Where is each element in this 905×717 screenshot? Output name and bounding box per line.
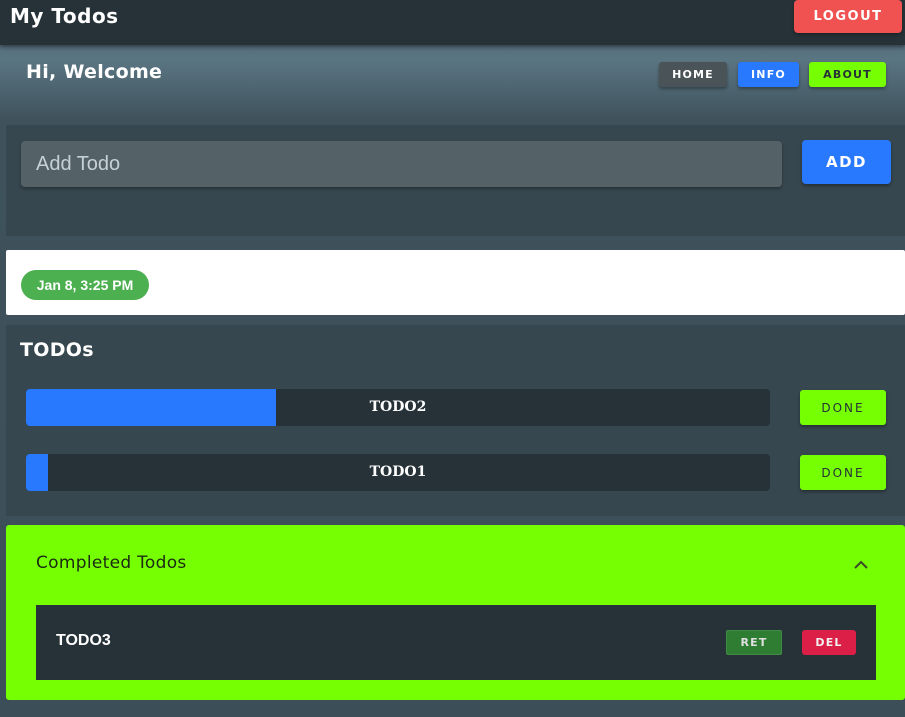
home-button[interactable]: HOME bbox=[659, 62, 727, 87]
todo-label: TODO2 bbox=[369, 399, 427, 415]
app-title: My Todos bbox=[10, 4, 119, 28]
todo-item[interactable]: TODO1 bbox=[26, 454, 770, 491]
welcome-heading: Hi, Welcome bbox=[26, 61, 163, 83]
return-button[interactable]: RET bbox=[726, 630, 782, 655]
date-chip: Jan 8, 3:25 PM bbox=[21, 270, 149, 300]
done-button[interactable]: DONE bbox=[800, 390, 886, 425]
logout-button[interactable]: LOGOUT bbox=[794, 0, 902, 33]
add-button[interactable]: ADD bbox=[802, 140, 891, 184]
done-button[interactable]: DONE bbox=[800, 455, 886, 490]
todos-heading: TODOs bbox=[20, 339, 94, 361]
date-panel: Jan 8, 3:25 PM bbox=[6, 250, 905, 315]
chevron-up-icon[interactable] bbox=[853, 557, 869, 573]
completed-todos-panel: Completed Todos TODO3 RET DEL bbox=[6, 525, 905, 700]
completed-todo-item: TODO3 RET DEL bbox=[36, 605, 876, 680]
add-todo-panel: ADD bbox=[6, 125, 905, 236]
app-bar: My Todos LOGOUT bbox=[0, 0, 905, 45]
delete-button[interactable]: DEL bbox=[802, 630, 856, 655]
todo-label: TODO1 bbox=[369, 464, 427, 480]
todos-panel: TODOs TODO2 DONE TODO1 DONE bbox=[6, 325, 905, 516]
completed-todos-title: Completed Todos bbox=[36, 553, 187, 573]
todo-item[interactable]: TODO2 bbox=[26, 389, 770, 426]
about-button[interactable]: ABOUT bbox=[809, 62, 886, 87]
completed-todos-header[interactable]: Completed Todos bbox=[6, 525, 905, 605]
info-button[interactable]: INFO bbox=[738, 62, 799, 87]
add-todo-input[interactable] bbox=[21, 141, 782, 187]
completed-todo-label: TODO3 bbox=[56, 632, 111, 649]
